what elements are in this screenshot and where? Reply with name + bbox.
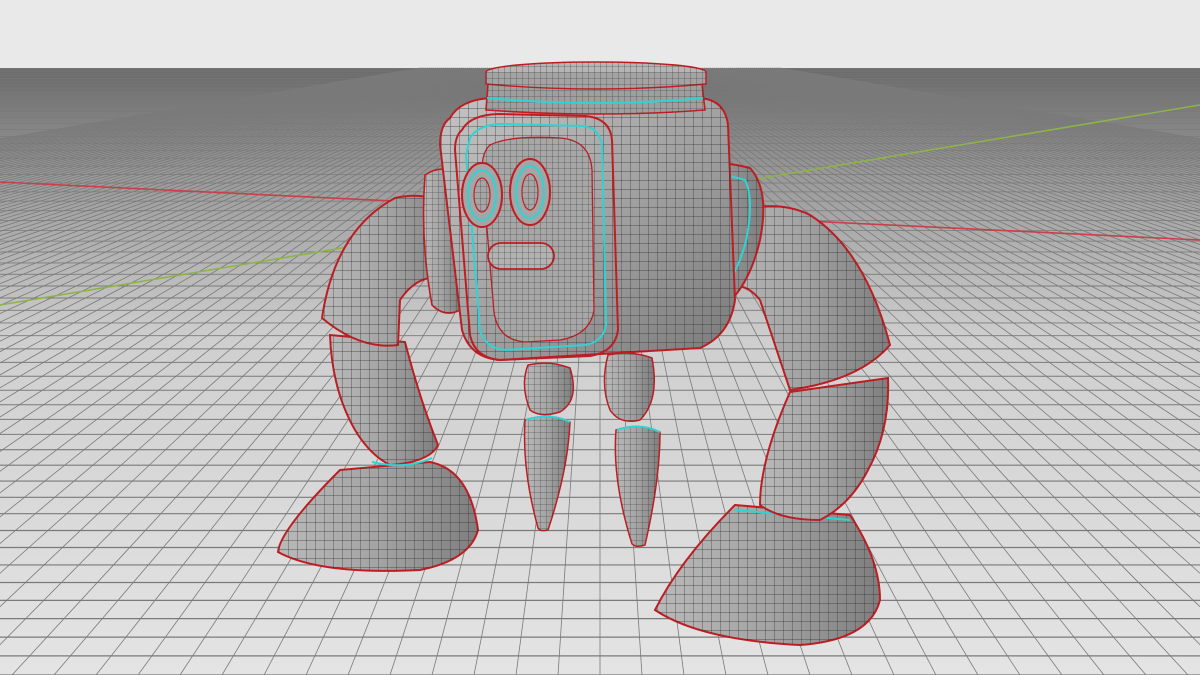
- 3d-viewport[interactable]: [0, 0, 1200, 675]
- left-eye: [461, 162, 503, 228]
- sky-background: [0, 0, 1200, 68]
- mouth: [487, 242, 555, 270]
- head: [438, 97, 737, 362]
- right-eye: [509, 158, 551, 226]
- top-cap: [485, 61, 707, 115]
